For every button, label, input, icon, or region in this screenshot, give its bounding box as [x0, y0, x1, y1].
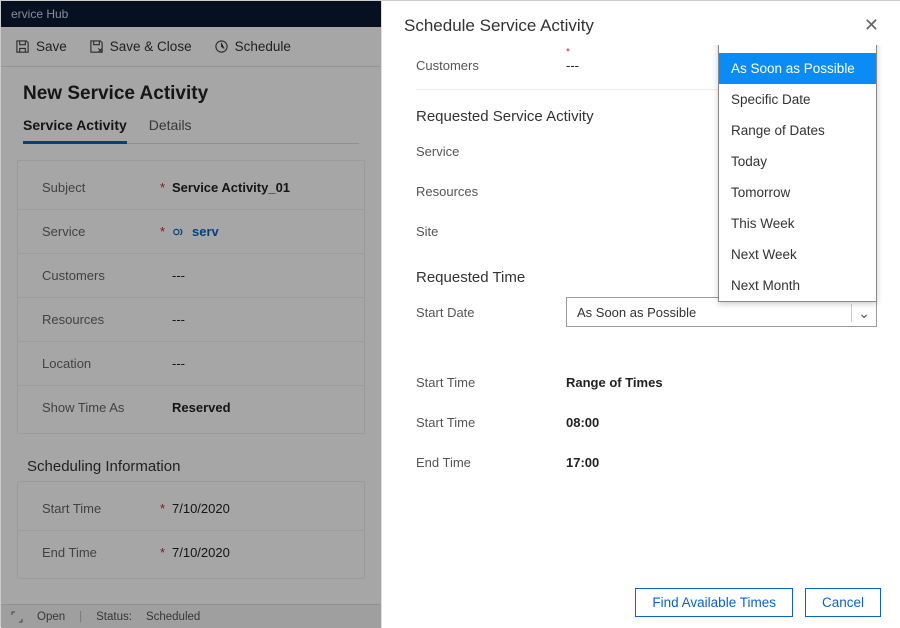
opt-this-week[interactable]: This Week — [719, 208, 876, 239]
status-state: Open — [37, 611, 65, 623]
service-icon — [172, 225, 186, 239]
modal-footer: Find Available Times Cancel — [382, 576, 900, 628]
expand-icon[interactable] — [11, 611, 23, 623]
subject-label: Subject — [42, 180, 172, 195]
m-endtime-value[interactable]: 17:00 — [566, 455, 877, 470]
m-service-label: Service — [416, 144, 566, 159]
opt-asap[interactable]: As Soon as Possible — [719, 53, 876, 84]
close-icon[interactable]: ✕ — [864, 15, 879, 36]
command-bar: Save Save & Close Schedule — [1, 27, 381, 67]
status-bar: Open | Status: Scheduled — [1, 604, 381, 628]
scheduling-fields: Start Time 7/10/2020 End Time 7/10/2020 — [17, 481, 365, 579]
m-endtime-label: End Time — [416, 455, 566, 470]
schedule-icon — [214, 39, 229, 54]
opt-next-week[interactable]: Next Week — [719, 239, 876, 270]
status-label: Status: — [96, 611, 132, 623]
opt-specific-date[interactable]: Specific Date — [719, 84, 876, 115]
save-close-label: Save & Close — [110, 39, 192, 54]
end-time-label: End Time — [42, 545, 172, 560]
m-startdate-label: Start Date — [416, 305, 566, 320]
m-starttime1-value[interactable]: Range of Times — [566, 375, 877, 390]
app-title-bar: ervice Hub — [1, 1, 381, 27]
customers-value[interactable]: --- — [172, 268, 340, 283]
find-times-button[interactable]: Find Available Times — [635, 588, 793, 617]
chevron-down-icon: ⌄ — [851, 304, 870, 322]
tabs: Service Activity Details — [23, 117, 359, 144]
m-resources-label: Resources — [416, 184, 566, 199]
showtime-label: Show Time As — [42, 400, 172, 415]
start-time-value[interactable]: 7/10/2020 — [172, 501, 340, 516]
opt-select[interactable]: --Select-- — [719, 45, 876, 53]
startdate-dropdown: --Select-- As Soon as Possible Specific … — [718, 45, 877, 302]
customers-label: Customers — [42, 268, 172, 283]
opt-range-dates[interactable]: Range of Dates — [719, 115, 876, 146]
modal-body[interactable]: Customers --- Requested Service Activity… — [382, 45, 900, 576]
modal-title: Schedule Service Activity — [404, 16, 594, 36]
service-label: Service — [42, 224, 172, 239]
startdate-select-value: As Soon as Possible — [577, 305, 696, 320]
main-fields: Subject Service Activity_01 Service serv… — [17, 160, 365, 434]
opt-tomorrow[interactable]: Tomorrow — [719, 177, 876, 208]
end-time-value[interactable]: 7/10/2020 — [172, 545, 340, 560]
app-title: ervice Hub — [11, 7, 68, 21]
showtime-value[interactable]: Reserved — [172, 400, 340, 415]
resources-value[interactable]: --- — [172, 312, 340, 327]
location-value[interactable]: --- — [172, 356, 340, 371]
save-label: Save — [36, 39, 67, 54]
m-starttime1-label: Start Time — [416, 375, 566, 390]
save-icon — [15, 39, 30, 54]
schedule-modal: Schedule Service Activity ✕ Customers --… — [381, 1, 900, 628]
page-title: New Service Activity — [23, 83, 359, 105]
resources-label: Resources — [42, 312, 172, 327]
opt-today[interactable]: Today — [719, 146, 876, 177]
save-close-button[interactable]: Save & Close — [89, 39, 192, 54]
tab-details[interactable]: Details — [149, 117, 192, 143]
start-time-label: Start Time — [42, 501, 172, 516]
m-starttime2-value[interactable]: 08:00 — [566, 415, 877, 430]
background-form: ervice Hub Save Save & Close Schedule Ne… — [1, 1, 381, 628]
save-button[interactable]: Save — [15, 39, 67, 54]
cancel-button[interactable]: Cancel — [805, 588, 881, 617]
schedule-label: Schedule — [235, 39, 291, 54]
opt-next-month[interactable]: Next Month — [719, 270, 876, 301]
schedule-button[interactable]: Schedule — [214, 39, 291, 54]
scheduling-section-header: Scheduling Information — [27, 458, 359, 475]
location-label: Location — [42, 356, 172, 371]
subject-value[interactable]: Service Activity_01 — [172, 180, 340, 195]
tab-service-activity[interactable]: Service Activity — [23, 117, 127, 144]
m-customers-label: Customers — [416, 58, 566, 73]
save-close-icon — [89, 39, 104, 54]
m-site-label: Site — [416, 224, 566, 239]
service-value[interactable]: serv — [172, 224, 340, 239]
m-starttime2-label: Start Time — [416, 415, 566, 430]
status-value: Scheduled — [146, 611, 200, 623]
